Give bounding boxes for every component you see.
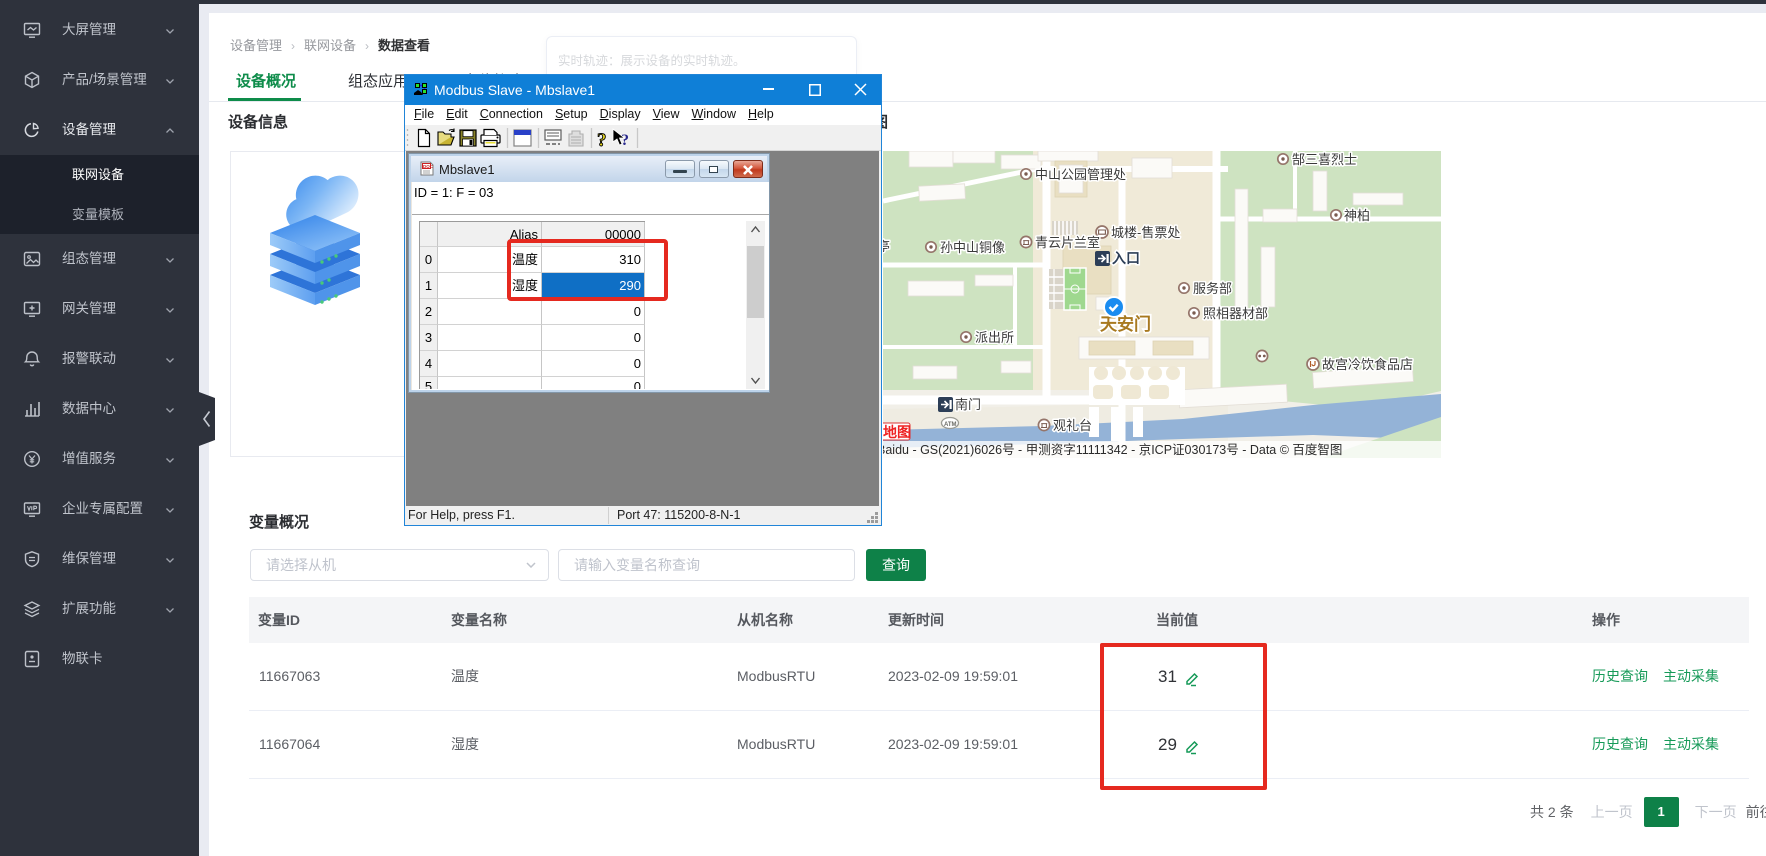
svg-text:服务部: 服务部 <box>1193 281 1232 296</box>
svg-text:天安门: 天安门 <box>1100 314 1151 334</box>
svg-text:故宫冷饮食品店: 故宫冷饮食品店 <box>1322 357 1413 372</box>
svg-text:?: ? <box>621 132 629 149</box>
svg-text:派出所: 派出所 <box>975 330 1014 345</box>
svg-text:地图: 地图 <box>883 424 911 440</box>
svg-text:神柏: 神柏 <box>1344 208 1370 223</box>
svg-text:城楼-售票处: 城楼-售票处 <box>1111 225 1180 240</box>
svg-text:?: ? <box>597 130 607 151</box>
svg-text:入口: 入口 <box>1112 250 1140 266</box>
svg-text:孙中山铜像: 孙中山铜像 <box>940 240 1005 255</box>
svg-text:中山公园管理处: 中山公园管理处 <box>1035 167 1126 182</box>
svg-text:DOC: DOC <box>423 164 434 169</box>
svg-text:南门: 南门 <box>955 397 981 412</box>
svg-text:Baidu - GS(2021)6026号 - 甲测资字11: Baidu - GS(2021)6026号 - 甲测资字11111342 - 京… <box>883 442 1342 457</box>
svg-text:郜三喜烈士: 郜三喜烈士 <box>1292 152 1357 167</box>
svg-text:照相器材部: 照相器材部 <box>1203 306 1268 321</box>
svg-text:亭: 亭 <box>883 239 890 254</box>
svg-text:ATM: ATM <box>944 422 957 428</box>
svg-text:观礼台: 观礼台 <box>1053 418 1092 433</box>
svg-text:青云片兰室: 青云片兰室 <box>1035 235 1100 250</box>
